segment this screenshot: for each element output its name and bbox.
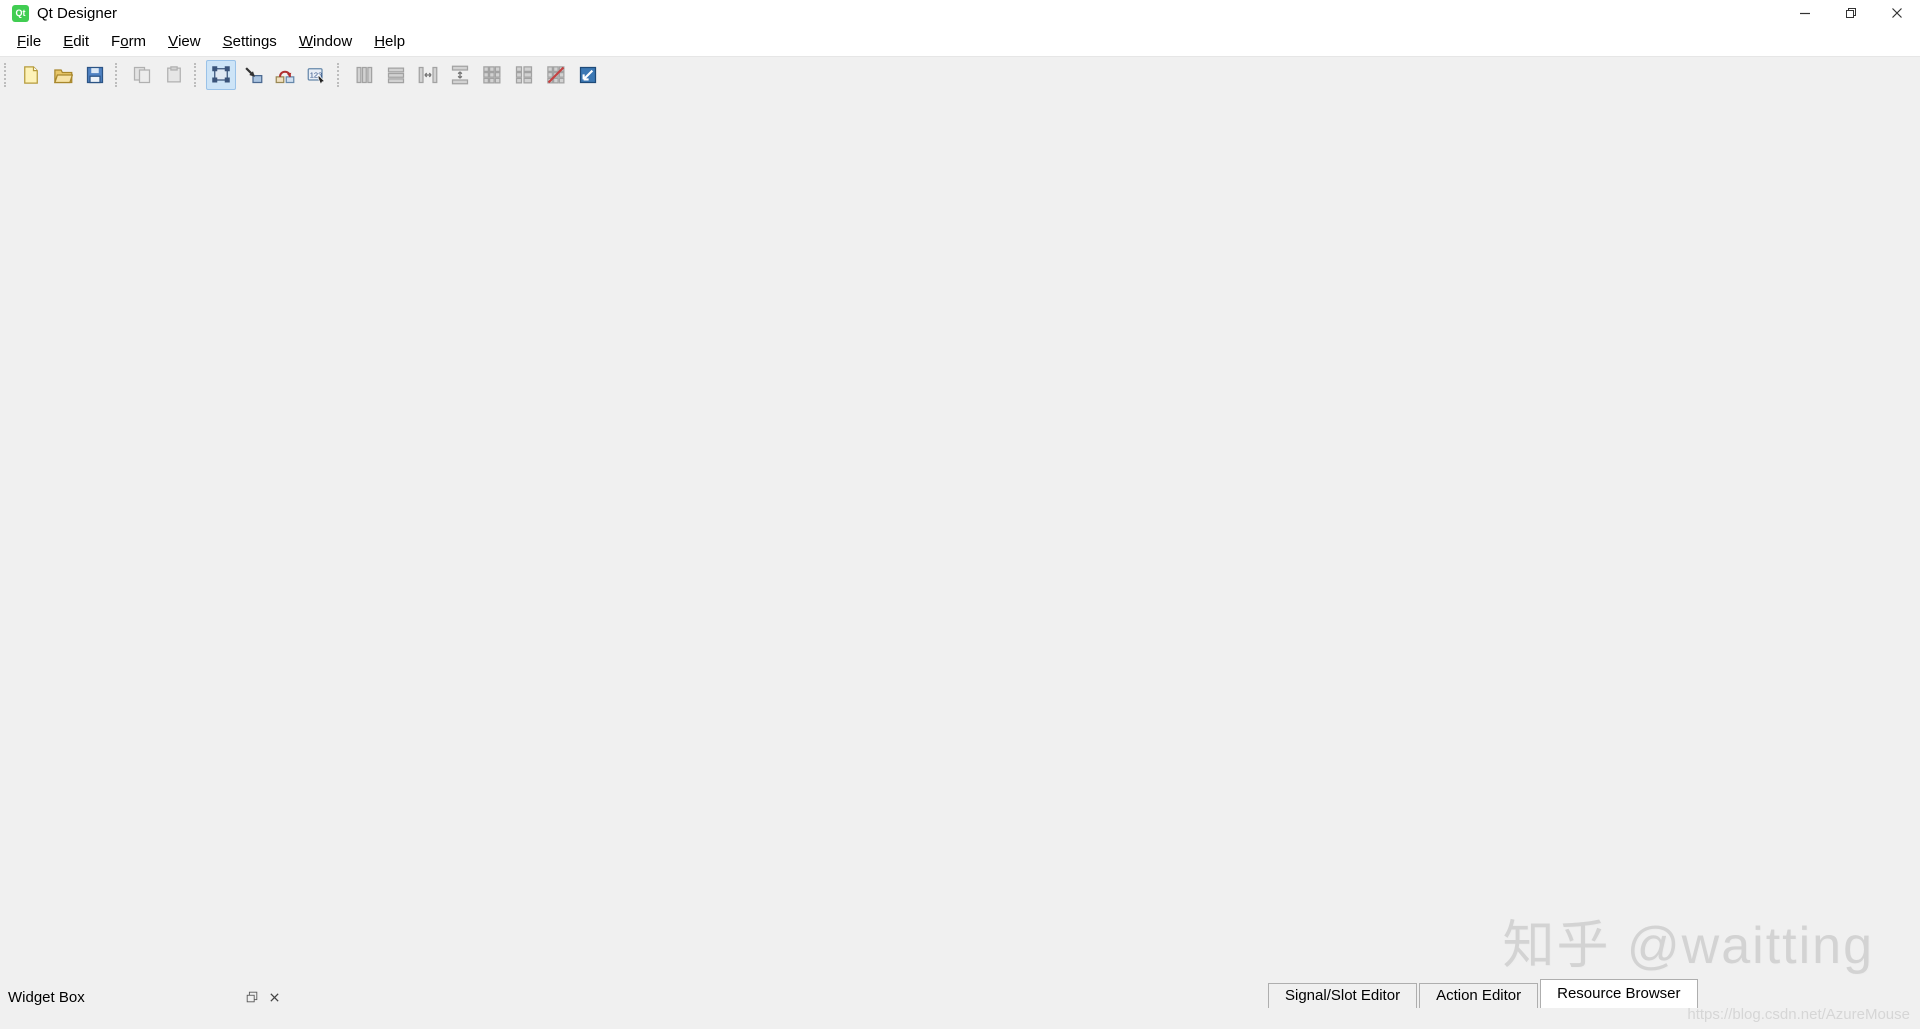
menu-file[interactable]: File — [6, 26, 52, 56]
toolbar-separator — [4, 63, 12, 87]
layout-grid-icon — [482, 65, 502, 85]
lay-out-in-grid-button — [477, 60, 507, 90]
paste-button — [159, 60, 189, 90]
splitter-horizontal-icon — [418, 65, 438, 85]
menu-bar: FileEditFormViewSettingsWindowHelp — [0, 26, 1920, 56]
minimize-button[interactable] — [1782, 0, 1828, 26]
layout-form-icon — [514, 65, 534, 85]
save-form-button[interactable] — [80, 60, 110, 90]
save-form-icon — [85, 65, 105, 85]
widget-box-float-button[interactable] — [241, 987, 263, 1007]
new-form-button[interactable] — [16, 60, 46, 90]
open-form-icon — [53, 65, 73, 85]
edit-signals-slots-icon — [243, 65, 263, 85]
edit-buddies-icon — [275, 65, 295, 85]
new-form-icon — [21, 65, 41, 85]
toolbar-separator — [194, 63, 202, 87]
adjust-size-button[interactable] — [573, 60, 603, 90]
break-layout-button — [541, 60, 571, 90]
edit-widgets-button[interactable] — [206, 60, 236, 90]
app-titlebar: Qt Qt Designer — [0, 0, 1920, 26]
paste-icon — [164, 65, 184, 85]
layout-horizontal-icon — [354, 65, 374, 85]
menu-help[interactable]: Help — [363, 26, 416, 56]
app-title: Qt Designer — [37, 5, 117, 22]
widget-box-close-button[interactable] — [263, 987, 285, 1007]
toolbar-separator — [337, 63, 345, 87]
menu-window[interactable]: Window — [288, 26, 363, 56]
edit-widgets-icon — [211, 65, 231, 85]
menu-edit[interactable]: Edit — [52, 26, 100, 56]
main-toolbar: 123 — [0, 56, 1920, 93]
tab-resource-browser[interactable]: Resource Browser — [1540, 979, 1697, 1008]
watermark-text: 知乎 @waitting — [1502, 903, 1874, 978]
lay-out-horizontally-in-splitter-button — [413, 60, 443, 90]
widget-box-dock: Widget Box LayoutsVertical LayoutHorizon… — [0, 985, 285, 1009]
edit-signals-slots-button[interactable] — [238, 60, 268, 90]
break-layout-icon — [546, 65, 566, 85]
lay-out-in-form-layout-button — [509, 60, 539, 90]
adjust-size-icon — [578, 65, 598, 85]
qt-logo-icon: Qt — [12, 5, 29, 22]
edit-tab-order-button[interactable]: 123 — [302, 60, 332, 90]
restore-button[interactable] — [1828, 0, 1874, 26]
status-bar — [0, 1009, 1920, 1029]
menu-form[interactable]: Form — [100, 26, 157, 56]
copy-button — [127, 60, 157, 90]
menu-settings[interactable]: Settings — [212, 26, 288, 56]
lay-out-vertically-in-splitter-button — [445, 60, 475, 90]
widget-box-header: Widget Box — [0, 985, 285, 1009]
open-form-button[interactable] — [48, 60, 78, 90]
tab-action-editor[interactable]: Action Editor — [1419, 983, 1538, 1008]
lay-out-vertically-button — [381, 60, 411, 90]
menu-view[interactable]: View — [157, 26, 212, 56]
lay-out-horizontally-button — [349, 60, 379, 90]
edit-tab-order-icon: 123 — [307, 65, 327, 85]
toolbar-separator — [115, 63, 123, 87]
bottom-dock-tabs: Signal/Slot EditorAction EditorResource … — [1268, 980, 1700, 1008]
qt-designer-window: Qt Qt Designer FileEditFormViewSettingsW… — [0, 0, 1920, 1029]
window-controls — [1782, 0, 1920, 26]
close-button[interactable] — [1874, 0, 1920, 26]
copy-icon — [132, 65, 152, 85]
edit-buddies-button[interactable] — [270, 60, 300, 90]
widget-box-title: Widget Box — [0, 989, 241, 1006]
layout-vertical-icon — [386, 65, 406, 85]
splitter-vertical-icon — [450, 65, 470, 85]
tab-signal-slot-editor[interactable]: Signal/Slot Editor — [1268, 983, 1417, 1008]
